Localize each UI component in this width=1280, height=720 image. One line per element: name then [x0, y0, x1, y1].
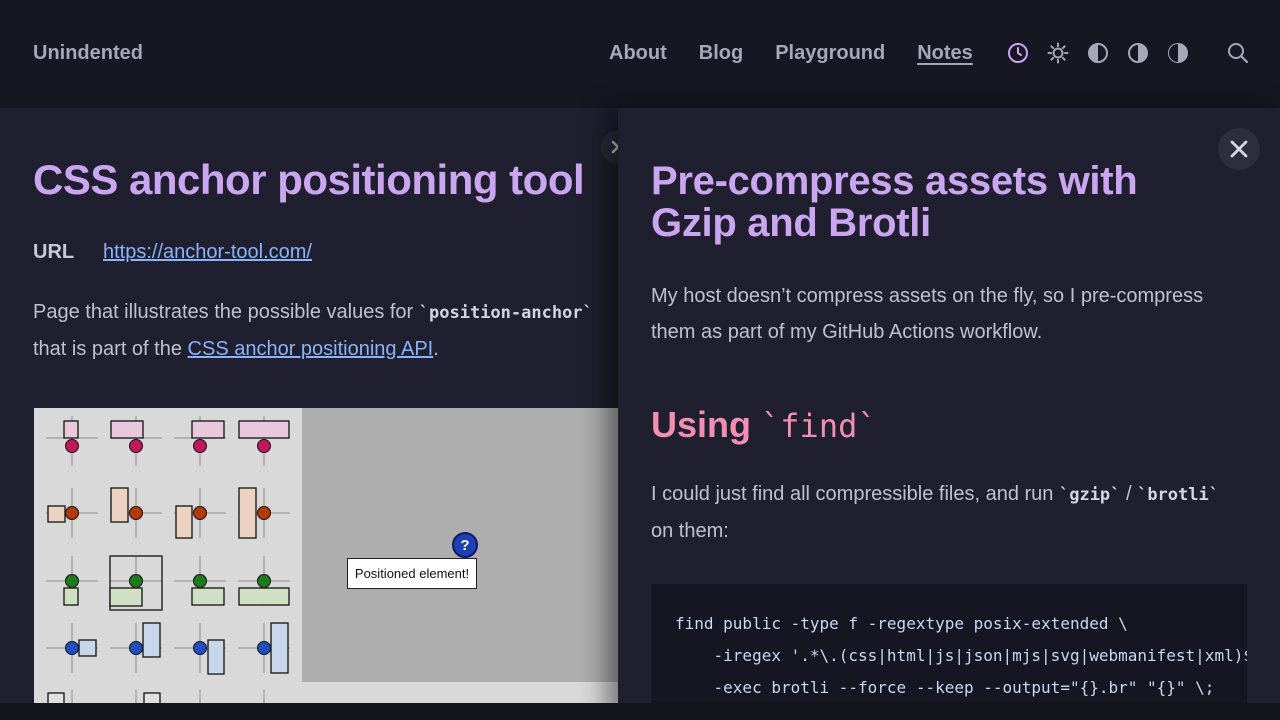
positioned-element: Positioned element! — [347, 558, 477, 589]
url-row: URL https://anchor-tool.com/ — [33, 241, 312, 264]
section-heading: Using `find` — [651, 404, 877, 446]
text: on them: — [651, 520, 729, 542]
left-note-panel: CSS anchor positioning tool URL https://… — [0, 108, 618, 720]
nav-notes[interactable]: Notes — [917, 42, 973, 65]
inline-code-gzip: `gzip` — [1058, 485, 1121, 505]
main-nav: About Blog Playground Notes — [609, 42, 973, 65]
url-link[interactable]: https://anchor-tool.com/ — [103, 241, 312, 264]
note-intro: My host doesn’t compress assets on the f… — [651, 285, 1204, 343]
note-title: CSS anchor positioning tool — [33, 156, 585, 203]
code-block[interactable]: find public -type f -regextype posix-ext… — [651, 584, 1247, 720]
nav-playground[interactable]: Playground — [775, 42, 885, 65]
text: . — [433, 338, 439, 360]
close-icon[interactable] — [1218, 128, 1260, 170]
code-line-2: -iregex '.*\.(css|html|js|json|mjs|svg|w… — [675, 646, 1247, 665]
position-grid — [34, 408, 302, 704]
left-close-icon[interactable] — [601, 130, 618, 164]
contrast-light-icon[interactable] — [1166, 41, 1190, 65]
text: / — [1120, 483, 1138, 505]
contrast-half-icon[interactable] — [1126, 41, 1150, 65]
text: Page that illustrates the possible value… — [33, 301, 419, 323]
theme-controls — [1006, 41, 1190, 65]
note-description: Page that illustrates the possible value… — [33, 294, 618, 367]
api-link[interactable]: CSS anchor positioning API — [188, 338, 434, 360]
inline-code-brotli: `brotli` — [1137, 485, 1219, 505]
search-icon[interactable] — [1226, 41, 1250, 65]
clock-icon[interactable] — [1006, 41, 1030, 65]
text: Using — [651, 404, 762, 445]
nav-blog[interactable]: Blog — [699, 42, 743, 65]
brand-link[interactable]: Unindented — [33, 42, 143, 65]
demo-screenshot: ? Positioned element! — [34, 408, 618, 704]
inline-code: `position-anchor` — [418, 303, 593, 323]
note-title: Pre-compress assets with Gzip and Brotli — [651, 159, 1138, 245]
contrast-icon[interactable] — [1086, 41, 1110, 65]
inline-code: `find` — [761, 407, 877, 445]
demo-footer-strip — [302, 682, 618, 704]
code-line-1: find public -type f -regextype posix-ext… — [675, 614, 1128, 633]
code-line-3: -exec brotli --force --keep --output="{}… — [675, 678, 1215, 697]
anchor-element: ? — [452, 532, 478, 558]
right-note-panel: Pre-compress assets with Gzip and Brotli… — [618, 108, 1280, 720]
sun-icon[interactable] — [1046, 41, 1070, 65]
text: I could just find all compressible files… — [651, 483, 1059, 505]
section-paragraph: I could just find all compressible files… — [651, 476, 1251, 549]
url-label: URL — [33, 241, 75, 263]
nav-about[interactable]: About — [609, 42, 667, 65]
text: that is part of the — [33, 338, 188, 360]
site-header: Unindented About Blog Playground Notes — [0, 0, 1280, 108]
bottom-bar — [0, 703, 1280, 720]
